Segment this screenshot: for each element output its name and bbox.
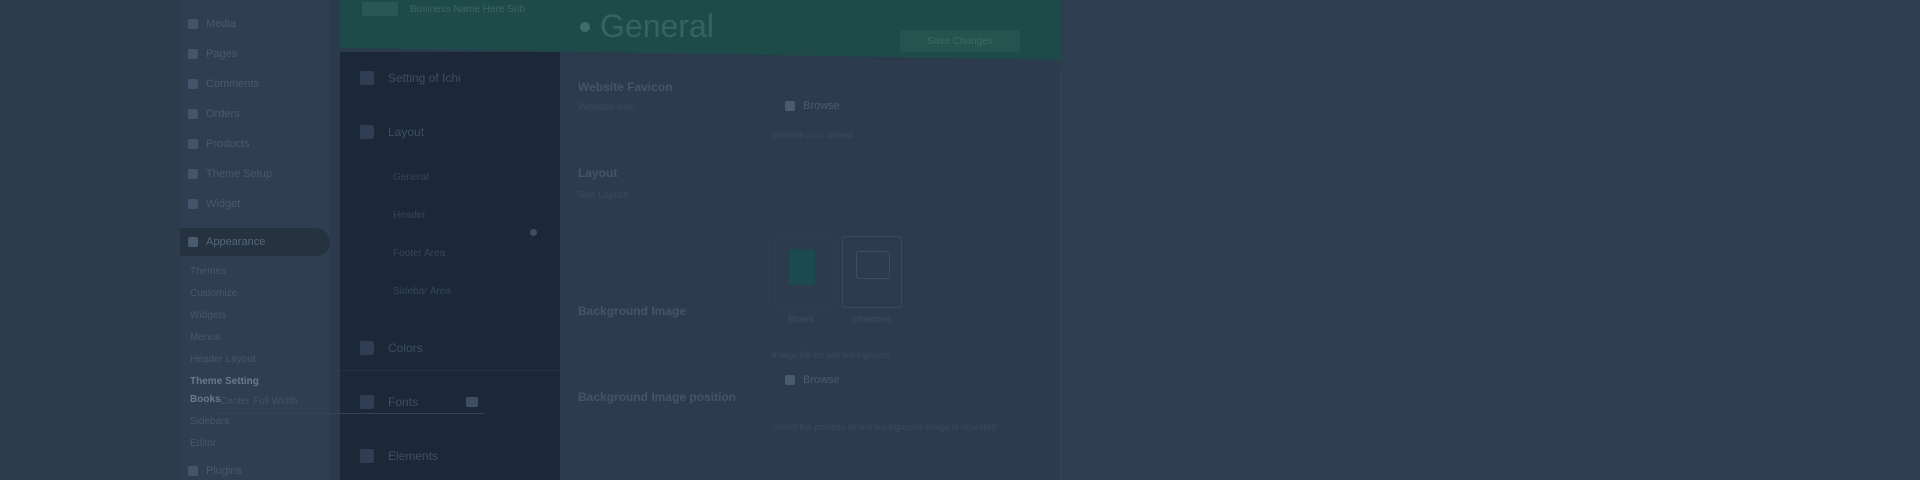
admin-menu-theme-setup[interactable]: Theme Setup <box>188 165 272 183</box>
elements-icon <box>360 449 374 463</box>
admin-submenu-menus[interactable]: Menus <box>190 332 220 343</box>
admin-submenu-widgets[interactable]: Widgets <box>190 310 226 321</box>
admin-menu-appearance[interactable]: Appearance <box>180 228 330 256</box>
background-position-select[interactable]: Center Full Width <box>214 390 484 414</box>
layout-boxed-label: Boxed <box>788 314 814 324</box>
content-right-border <box>1060 70 1062 480</box>
page-background-left <box>0 0 180 480</box>
admin-submenu-sidebars[interactable]: Sidebars <box>190 416 229 427</box>
layout-full-label: Stretched <box>852 314 891 324</box>
background-browse-button[interactable]: Browse <box>785 370 840 390</box>
background-position-label: Background Image position <box>578 390 737 404</box>
favicon-sublabel: Website icon <box>578 102 636 113</box>
favicon-hint: Website icon upload <box>772 130 853 140</box>
orders-icon <box>188 109 198 119</box>
admin-menu-products[interactable]: Products <box>188 135 249 153</box>
boxed-layout-icon <box>789 249 815 285</box>
admin-submenu-customize[interactable]: Customize <box>190 288 237 299</box>
plugins-icon <box>188 466 198 476</box>
nav-item-layout[interactable]: Layout <box>340 112 560 152</box>
layout-boxed-option[interactable] <box>775 236 835 308</box>
pages-icon <box>188 49 198 59</box>
background-image-hint: Image file for site background <box>772 350 891 360</box>
upload-icon <box>785 101 795 111</box>
layout-label: Layout <box>578 166 618 180</box>
background-image-label: Background Image <box>578 304 687 318</box>
admin-menu-pages[interactable]: Pages <box>188 45 237 63</box>
theme-logo-icon <box>362 2 398 16</box>
layout-icon <box>360 125 374 139</box>
theme-setup-icon <box>188 169 198 179</box>
nav-sub-general[interactable]: General <box>393 172 429 183</box>
nav-item-elements[interactable]: Elements <box>340 436 560 476</box>
admin-menu-media[interactable]: Media <box>188 15 236 33</box>
nav-sub-header[interactable]: Header <box>393 210 426 221</box>
layout-full-option[interactable] <box>842 236 902 308</box>
nav-item-setting[interactable]: Setting of Ichi <box>340 58 560 98</box>
options-panel-nav: Setting of Ichi Layout General Header Fo… <box>340 52 560 480</box>
admin-submenu-header-layout[interactable]: Header Layout <box>190 354 256 365</box>
setting-icon <box>360 71 374 85</box>
products-icon <box>188 139 198 149</box>
full-layout-icon <box>856 251 890 279</box>
options-panel-content: Website Favicon Website icon Browse Webs… <box>560 60 1062 480</box>
appearance-icon <box>188 237 198 247</box>
admin-menu-widget[interactable]: Widget <box>188 195 240 213</box>
page-background-right <box>1062 0 1920 480</box>
save-changes-button[interactable]: Save Changes <box>900 30 1020 52</box>
nav-sub-footer-area[interactable]: Footer Area <box>393 248 445 259</box>
chevron-down-icon <box>466 397 478 407</box>
options-panel-header: Business Name Here Sub General Save Chan… <box>340 0 1062 60</box>
nav-divider <box>340 370 560 371</box>
admin-menu-comments[interactable]: Comments <box>188 75 259 93</box>
page-title: General <box>580 8 714 45</box>
layout-sublabel: Site Layout <box>578 190 629 201</box>
upload-icon <box>785 375 795 385</box>
admin-menu-plugins[interactable]: Plugins <box>188 462 242 480</box>
admin-submenu-themes[interactable]: Themes <box>190 266 226 277</box>
favicon-browse-button[interactable]: Browse <box>785 96 840 116</box>
nav-item-colors[interactable]: Colors <box>340 328 560 368</box>
comments-icon <box>188 79 198 89</box>
admin-submenu-editor[interactable]: Editor <box>190 438 216 449</box>
favicon-label: Website Favicon <box>578 80 673 94</box>
section-dot-icon <box>580 21 590 32</box>
colors-icon <box>360 341 374 355</box>
background-position-hint: Select the position where background ima… <box>772 422 997 432</box>
header-top-text: Business Name Here Sub <box>410 4 526 15</box>
nav-sub-sidebar-area[interactable]: Sidebar Area <box>393 286 451 297</box>
admin-submenu-theme-setting[interactable]: Theme Setting <box>190 376 259 387</box>
widget-icon <box>188 199 198 209</box>
admin-menu-orders[interactable]: Orders <box>188 105 240 123</box>
active-indicator-icon <box>530 229 537 236</box>
media-icon <box>188 19 198 29</box>
